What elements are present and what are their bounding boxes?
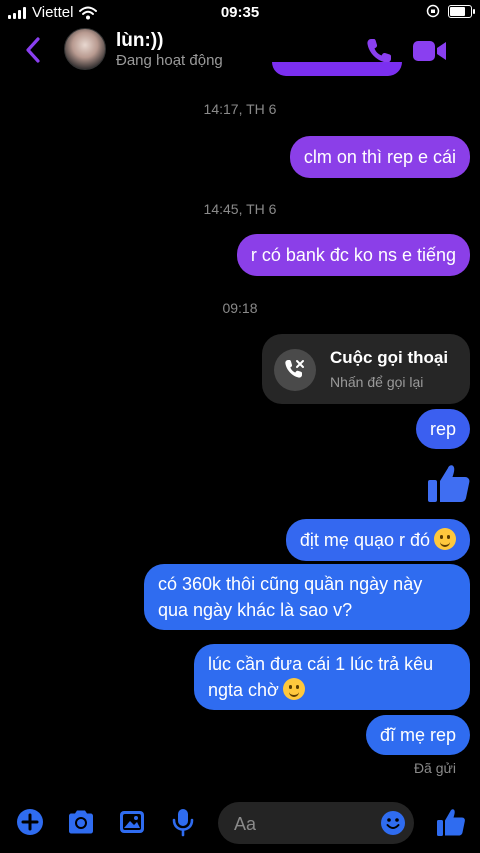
slightly-smiling-face-icon: [434, 528, 456, 550]
camera-icon[interactable]: [66, 808, 96, 836]
missed-call-card[interactable]: Cuộc gọi thoại Nhấn để gọi lại: [262, 334, 470, 404]
message-bubble[interactable]: địt mẹ quạo r đó: [285, 519, 470, 561]
status-right: [426, 4, 475, 18]
message-text: địt mẹ quạo r đó: [299, 530, 430, 550]
call-subtitle: Nhấn để gọi lại: [330, 374, 424, 390]
message-text: đĩ mẹ rep: [379, 725, 456, 745]
message-text: r có bank đc ko ns e tiếng: [250, 245, 456, 265]
avatar[interactable]: [64, 28, 106, 70]
message-text: clm on thì rep e cái: [303, 147, 456, 167]
message-text: lúc cần đưa cái 1 lúc trả kêu ngta chờ: [208, 654, 434, 700]
message-bubble[interactable]: đĩ mẹ rep: [365, 715, 470, 755]
clock: 09:35: [220, 4, 260, 21]
composer-bar: [0, 796, 480, 853]
timestamp: 14:45, TH 6: [203, 201, 277, 217]
message-bubble[interactable]: r có bank đc ko ns e tiếng: [236, 234, 470, 276]
sent-status: Đã gửi: [413, 760, 456, 776]
message-text: rep: [429, 419, 456, 439]
status-bar: Viettel 09:35: [0, 0, 480, 26]
message-input[interactable]: [232, 810, 376, 838]
message-bubble[interactable]: clm on thì rep e cái: [289, 136, 470, 178]
slightly-smiling-face-icon: [282, 678, 305, 700]
orientation-lock-icon: [426, 4, 440, 18]
missed-call-icon: [274, 349, 316, 391]
message-bubble[interactable]: lúc cần đưa cái 1 lúc trả kêu ngta chờ: [194, 644, 470, 710]
message-input-box[interactable]: [218, 802, 414, 844]
contact-name[interactable]: lùn:)): [116, 30, 163, 52]
like-send-icon[interactable]: [436, 806, 466, 838]
emoji-icon[interactable]: [380, 810, 406, 836]
chat-header: lùn:)) Đang hoạt động: [0, 24, 480, 80]
like-thumb-icon[interactable]: [426, 460, 472, 506]
timestamp: 09:18: [222, 300, 258, 316]
back-icon[interactable]: [22, 36, 46, 64]
partial-message-bubble: [272, 62, 402, 76]
plus-icon[interactable]: [16, 808, 44, 836]
message-bubble[interactable]: có 360k thôi cũng quần ngày này qua ngày…: [144, 564, 470, 630]
message-bubble[interactable]: rep: [415, 409, 470, 449]
video-call-icon[interactable]: [412, 38, 448, 64]
message-text: có 360k thôi cũng quần ngày này qua ngày…: [158, 574, 423, 620]
gallery-icon[interactable]: [118, 808, 146, 836]
battery-icon: [448, 4, 475, 18]
contact-status: Đang hoạt động: [116, 52, 223, 69]
call-title: Cuộc gọi thoại: [330, 348, 449, 367]
microphone-icon[interactable]: [170, 807, 196, 837]
timestamp: 14:17, TH 6: [203, 101, 277, 117]
